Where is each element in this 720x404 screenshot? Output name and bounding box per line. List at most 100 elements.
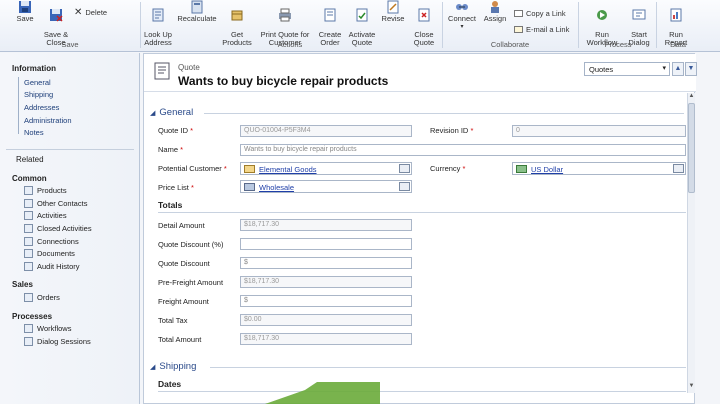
collaborate-group-label: Collaborate <box>490 40 530 49</box>
nav-item-products[interactable]: Products <box>24 186 67 195</box>
form-scrollbar[interactable]: ▲ ▼ <box>687 93 695 393</box>
order-icon <box>324 8 336 22</box>
email-icon <box>514 26 523 33</box>
recalculate-button[interactable]: Recalculate <box>176 0 218 23</box>
quote-id-field[interactable]: QUO-01004-P5F3M4 <box>240 125 412 137</box>
report-icon <box>670 8 682 22</box>
detail-amount-field[interactable]: $18,717.30 <box>240 219 412 231</box>
record-selector[interactable]: Quotes ▾ <box>584 62 670 76</box>
products-icon <box>24 186 33 195</box>
workflow-icon <box>597 10 607 20</box>
revise-button[interactable]: Revise <box>380 0 406 23</box>
section-divider <box>204 113 684 114</box>
price-list-link[interactable]: Wholesale <box>259 183 294 192</box>
section-shipping-toggle[interactable]: ◢ Shipping <box>150 361 196 372</box>
freight-amount-field[interactable]: $ <box>240 295 412 307</box>
nav-item-addresses[interactable]: Addresses <box>24 103 59 112</box>
dialog-sessions-icon <box>24 337 33 346</box>
close-quote-icon <box>418 8 430 22</box>
lookup-icon[interactable] <box>673 164 684 173</box>
ribbon: Save Save & Close ✕ Delete Save Look Up … <box>0 0 720 52</box>
customer-link[interactable]: Elemental Goods <box>259 165 317 174</box>
nav-item-closed-activities[interactable]: Closed Activities <box>24 224 92 233</box>
scroll-down-icon[interactable]: ▼ <box>688 383 695 391</box>
printer-icon <box>279 8 291 22</box>
activate-icon <box>356 8 368 22</box>
nav-heading-information: Information <box>12 64 56 73</box>
quote-discount-percent-label: Quote Discount (%) <box>158 240 224 249</box>
delete-icon: ✕ <box>74 7 83 18</box>
dialog-icon <box>632 9 646 20</box>
currency-lookup[interactable]: US Dollar <box>512 162 686 175</box>
closed-activities-icon <box>24 224 33 233</box>
entity-type-label: Quote <box>178 63 200 72</box>
currency-label: Currency * <box>430 164 466 173</box>
nav-item-workflows[interactable]: Workflows <box>24 324 71 333</box>
nav-item-orders[interactable]: Orders <box>24 293 60 302</box>
activities-icon <box>24 211 33 220</box>
quote-discount-percent-field[interactable] <box>240 238 412 250</box>
quote-id-label: Quote ID * <box>158 126 194 135</box>
totals-heading: Totals <box>158 200 183 210</box>
nav-item-other-contacts[interactable]: Other Contacts <box>24 199 87 208</box>
revision-id-field[interactable]: 0 <box>512 125 686 137</box>
nav-item-activities[interactable]: Activities <box>24 211 67 220</box>
nav-item-notes[interactable]: Notes <box>24 128 44 137</box>
collapse-triangle-icon: ◢ <box>150 109 156 117</box>
scroll-up-icon[interactable]: ▲ <box>688 93 695 101</box>
nav-item-dialog-sessions[interactable]: Dialog Sessions <box>24 337 91 346</box>
total-amount-field[interactable]: $18,717.30 <box>240 333 412 345</box>
arrow-down-icon: ▼ <box>687 65 695 72</box>
nav-item-audit-history[interactable]: Audit History <box>24 262 80 271</box>
left-navigation: Information General Shipping Addresses A… <box>0 53 140 404</box>
nav-heading-processes: Processes <box>12 312 53 321</box>
save-button[interactable]: Save <box>12 0 38 23</box>
assign-button[interactable]: Assign <box>482 0 508 23</box>
lookup-icon[interactable] <box>399 182 410 191</box>
nav-item-shipping[interactable]: Shipping <box>24 90 53 99</box>
quote-discount-field[interactable]: $ <box>240 257 412 269</box>
pre-freight-amount-field[interactable]: $18,717.30 <box>240 276 412 288</box>
required-asterisk: * <box>223 164 227 173</box>
price-list-lookup[interactable]: Wholesale <box>240 180 412 193</box>
connect-button[interactable]: Connect ▾ <box>446 0 478 31</box>
quote-form: Quote Wants to buy bicycle repair produc… <box>143 53 697 404</box>
required-asterisk: * <box>470 126 474 135</box>
price-list-icon <box>244 183 255 191</box>
previous-record-button[interactable]: ▲ <box>672 62 684 76</box>
annotation-arrow-icon <box>265 382 380 404</box>
total-tax-field[interactable]: $0.00 <box>240 314 412 326</box>
contacts-icon <box>24 199 33 208</box>
record-title: Wants to buy bicycle repair products <box>178 74 389 88</box>
required-asterisk: * <box>190 126 194 135</box>
section-general-toggle[interactable]: ◢ General <box>150 107 193 118</box>
save-icon <box>19 1 31 13</box>
nav-tree-line <box>18 77 19 134</box>
ribbon-separator <box>140 2 141 48</box>
nav-heading-sales: Sales <box>12 280 33 289</box>
pre-freight-amount-label: Pre-Freight Amount <box>158 278 224 287</box>
scrollbar-thumb[interactable] <box>688 103 695 193</box>
nav-item-general[interactable]: General <box>24 78 51 87</box>
currency-link[interactable]: US Dollar <box>531 165 563 174</box>
link-icon <box>514 10 523 17</box>
potential-customer-lookup[interactable]: Elemental Goods <box>240 162 412 175</box>
audit-history-icon <box>24 262 33 271</box>
delete-button[interactable]: ✕ Delete <box>74 7 107 18</box>
nav-item-connections[interactable]: Connections <box>24 237 79 246</box>
form-header: Quote Wants to buy bicycle repair produc… <box>144 54 697 92</box>
quote-discount-label: Quote Discount <box>158 259 210 268</box>
calculator-icon <box>191 0 203 14</box>
name-field[interactable]: Wants to buy bicycle repair products <box>240 144 686 156</box>
required-asterisk: * <box>180 145 184 154</box>
nav-item-administration[interactable]: Administration <box>24 116 72 125</box>
nav-item-documents[interactable]: Documents <box>24 249 75 258</box>
copy-link-button[interactable]: Copy a Link <box>514 9 566 18</box>
price-list-label: Price List * <box>158 183 194 192</box>
lookup-icon[interactable] <box>399 164 410 173</box>
email-link-button[interactable]: E-mail a Link <box>514 25 569 34</box>
nav-heading-related: Related <box>16 155 44 164</box>
revision-id-label: Revision ID * <box>430 126 474 135</box>
next-record-button[interactable]: ▼ <box>685 62 697 76</box>
freight-amount-label: Freight Amount <box>158 297 209 306</box>
